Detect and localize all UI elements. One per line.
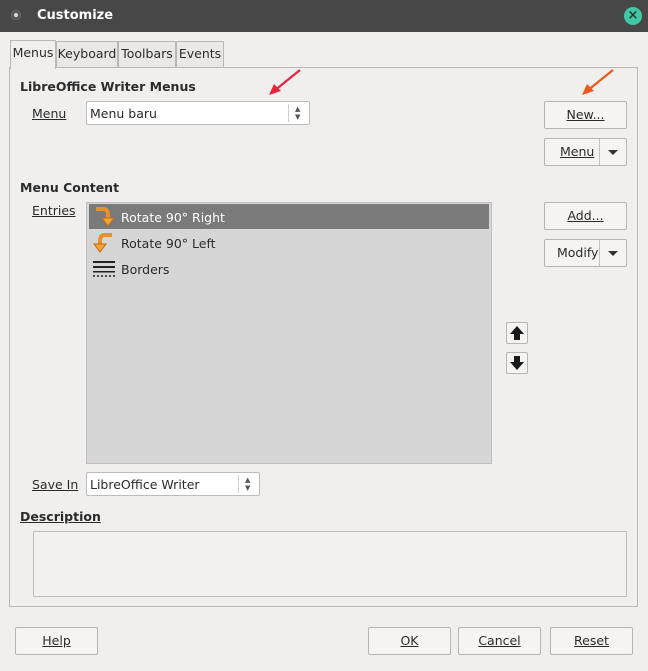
- menu-content-section-title: Menu Content: [20, 180, 120, 195]
- cancel-button-label: Cancel: [478, 633, 521, 648]
- menu-dropdown-button[interactable]: Menu: [544, 138, 627, 166]
- ok-button-label: OK: [400, 633, 419, 648]
- close-icon[interactable]: ×: [624, 7, 642, 25]
- menu-button-label: Menu: [560, 144, 595, 159]
- help-button-label: Help: [42, 633, 71, 648]
- modify-dropdown-button[interactable]: Modify: [544, 239, 627, 267]
- borders-icon: [93, 261, 115, 277]
- list-item[interactable]: Rotate 90° Right: [89, 204, 489, 229]
- help-button[interactable]: Help: [15, 627, 98, 655]
- new-menu-button[interactable]: New...: [544, 101, 627, 129]
- tab-menus[interactable]: Menus: [10, 40, 56, 69]
- move-down-button[interactable]: [506, 352, 528, 374]
- spin-down-icon: ▼: [295, 113, 301, 121]
- save-in-select[interactable]: LibreOffice Writer ▲ ▼: [86, 472, 260, 496]
- window-menu-icon[interactable]: [11, 10, 21, 20]
- list-item-label: Borders: [121, 262, 170, 277]
- menu-label: Menu: [32, 106, 67, 121]
- new-button-label: New...: [566, 107, 605, 122]
- reset-button[interactable]: Reset: [550, 627, 633, 655]
- list-item[interactable]: Rotate 90° Left: [89, 230, 489, 255]
- arrow-up-icon: [510, 326, 524, 340]
- add-button[interactable]: Add...: [544, 202, 627, 230]
- cancel-button[interactable]: Cancel: [458, 627, 541, 655]
- annotation-arrow-icon: [582, 69, 614, 95]
- menu-select[interactable]: Menu baru ▲ ▼: [86, 101, 310, 125]
- list-item-label: Rotate 90° Left: [121, 236, 216, 251]
- move-up-button[interactable]: [506, 322, 528, 344]
- save-in-label: Save In: [32, 477, 79, 492]
- description-box: [33, 531, 627, 597]
- list-item[interactable]: Borders: [89, 256, 489, 281]
- spin-down-icon: ▼: [245, 484, 251, 492]
- tab-keyboard[interactable]: Keyboard: [56, 41, 118, 67]
- window-title: Customize: [37, 8, 114, 23]
- save-in-spinner[interactable]: ▲ ▼: [238, 475, 259, 493]
- menus-section-title: LibreOffice Writer Menus: [20, 79, 196, 94]
- chevron-down-icon[interactable]: [599, 240, 626, 266]
- tab-toolbars[interactable]: Toolbars: [118, 41, 176, 67]
- modify-button-label: Modify: [557, 245, 599, 260]
- ok-button[interactable]: OK: [368, 627, 451, 655]
- rotate-right-icon: [96, 207, 115, 227]
- entries-list[interactable]: Rotate 90° Right Rotate 90° Left Borders: [86, 202, 492, 464]
- arrow-down-icon: [510, 356, 524, 370]
- add-button-label: Add...: [567, 208, 604, 223]
- tab-events[interactable]: Events: [176, 41, 224, 67]
- entries-label: Entries: [32, 203, 76, 218]
- spin-up-icon: ▲: [245, 476, 251, 484]
- description-title: Description: [20, 509, 101, 524]
- rotate-left-icon: [93, 233, 112, 253]
- reset-button-label: Reset: [574, 633, 609, 648]
- menu-select-value: Menu baru: [90, 106, 157, 121]
- list-item-label: Rotate 90° Right: [121, 210, 225, 225]
- save-in-value: LibreOffice Writer: [90, 477, 200, 492]
- spin-up-icon: ▲: [295, 105, 301, 113]
- chevron-down-icon[interactable]: [599, 139, 626, 165]
- menu-select-spinner[interactable]: ▲ ▼: [288, 104, 309, 122]
- title-bar: Customize ×: [0, 0, 648, 32]
- annotation-arrow-icon: [269, 69, 301, 95]
